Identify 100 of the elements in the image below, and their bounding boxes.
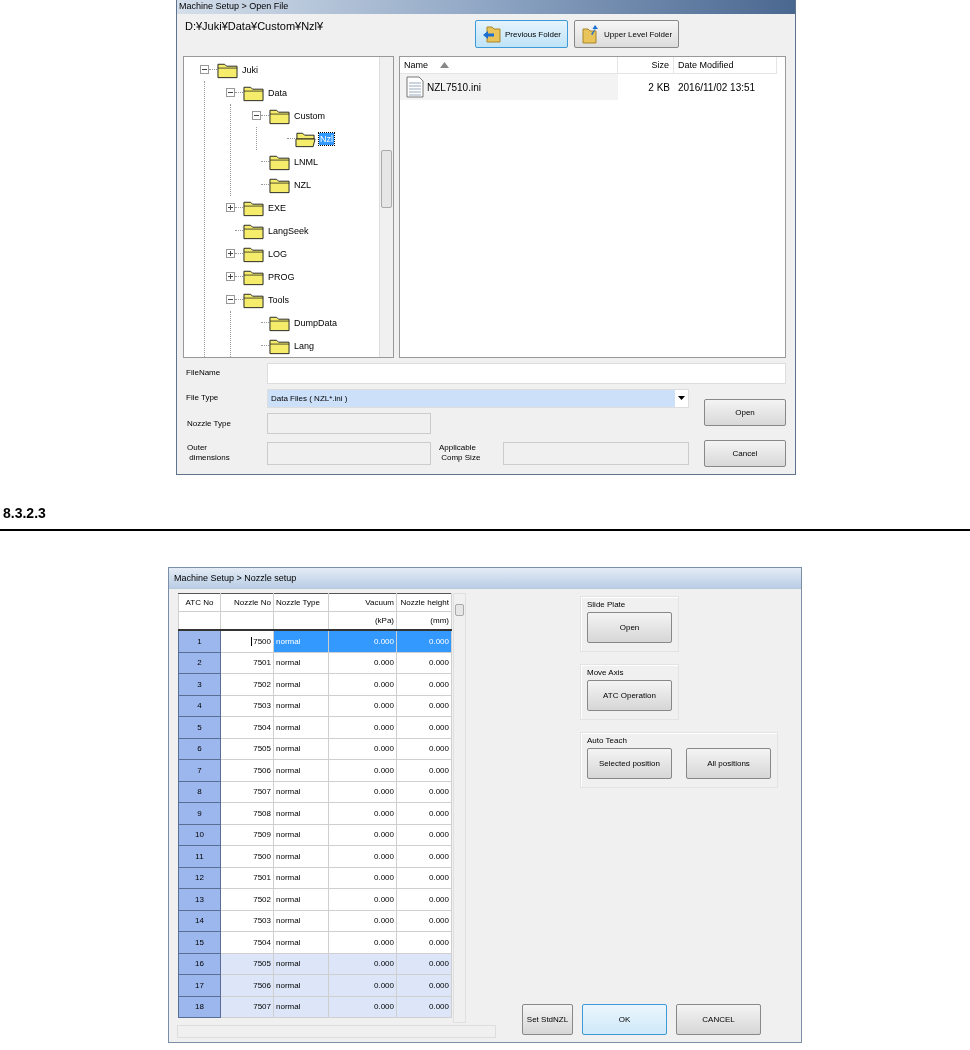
file-size: 2 KB [647,81,671,93]
row-header[interactable]: 1 [178,630,221,652]
action-button[interactable]: All positions [686,748,771,779]
table-cell: normal [273,673,329,695]
table-cell: 0.000 [396,888,452,910]
table-cell: normal [273,759,329,781]
table-cell: 0.000 [396,824,452,846]
table-cell: 0.000 [396,673,452,695]
table-cell: 0.000 [396,867,452,889]
file-name[interactable]: NZL7510.ini [427,81,481,93]
dialog-button[interactable]: CANCEL [676,1004,761,1035]
tree-item[interactable]: LNML [293,155,319,168]
action-button[interactable]: ATC Operation [587,680,672,711]
row-header[interactable]: 8 [178,781,221,803]
table-cell: normal [273,781,329,803]
table-cell: 0.000 [328,738,397,760]
expand-toggle[interactable] [226,272,235,281]
row-header[interactable]: 13 [178,888,221,910]
table-cell: 0.000 [396,759,452,781]
dropdown-arrow-icon [678,396,685,400]
table-cell: 0.000 [328,845,397,867]
tree-item[interactable]: Lang [293,339,316,352]
row-header[interactable]: 11 [178,845,221,867]
expand-toggle[interactable] [226,203,235,212]
file-name-field[interactable] [267,362,786,384]
table-cell: 7503 [220,910,274,932]
tree-item[interactable]: EXE [267,201,287,214]
tree-item[interactable]: DumpData [293,316,339,329]
table-cell: 0.000 [328,910,397,932]
dialog-button[interactable]: OK [582,1004,667,1035]
row-header[interactable]: 14 [178,910,221,932]
table-cell: normal [273,738,329,760]
row-header[interactable]: 9 [178,802,221,824]
row-header[interactable]: 15 [178,931,221,953]
tree-item[interactable]: Data [267,86,288,99]
collapse-toggle[interactable] [226,88,235,97]
row-header[interactable]: 7 [178,759,221,781]
table-cell: 0.000 [396,910,452,932]
row-header[interactable]: 4 [178,695,221,717]
row-header[interactable]: 10 [178,824,221,846]
row-header[interactable]: 3 [178,673,221,695]
table-cell: 0.000 [396,738,452,760]
file-type-dropdown[interactable]: Data Files ( NZL*.ini ) [267,388,689,408]
table-cell: 0.000 [396,652,452,674]
table-cell: normal [273,867,329,889]
table-cell: 0.000 [328,716,397,738]
table-cell: 0.000 [328,781,397,803]
open-button[interactable]: Open [704,398,786,426]
cancel-button[interactable]: Cancel [704,439,786,467]
row-header[interactable]: 16 [178,953,221,975]
expand-toggle[interactable] [226,249,235,258]
row-header[interactable]: 6 [178,738,221,760]
column-header: Vacuum [328,593,397,612]
table-cell: 7502 [220,888,274,910]
table-cell: 0.000 [328,759,397,781]
tree-item[interactable]: PROG [267,270,296,283]
table-cell: 0.000 [396,716,452,738]
tree-item[interactable]: LangSeek [267,224,310,237]
table-cell: normal [273,824,329,846]
scrollbar[interactable] [453,593,466,1023]
table-cell: 7503 [220,695,274,717]
action-button[interactable]: Open [587,612,672,643]
table-cell: 0.000 [328,652,397,674]
column-header: Nozzle No [220,593,274,612]
tree-item[interactable]: Custom [293,109,326,122]
window-title: Machine Setup > Nozzle setup [169,568,801,589]
folder-nav-button[interactable]: Upper Level Folder [574,20,680,48]
row-header[interactable]: 5 [178,716,221,738]
scrollbar[interactable] [379,57,393,357]
row-header[interactable]: 2 [178,652,221,674]
column-header[interactable]: Size [618,57,674,73]
table-cell: 0.000 [328,673,397,695]
tree-item[interactable]: Juki [241,63,259,76]
section-heading: 8.3.2.3 [3,505,46,521]
group-title: Auto Teach [587,736,628,745]
row-header[interactable]: 12 [178,867,221,889]
column-header[interactable]: Name [400,57,618,73]
folder-back-arrow-icon [482,24,502,44]
collapse-toggle[interactable] [252,111,261,120]
field-label: Outer dimensions [186,443,231,463]
row-header[interactable]: 18 [178,996,221,1018]
table-cell: 0.000 [396,931,452,953]
table-cell: 0.000 [328,802,397,824]
action-button[interactable]: Selected position [587,748,672,779]
field-label: File Type [186,393,220,403]
field-label: FileName [186,368,222,378]
folder-nav-button[interactable]: Previous Folder [475,20,569,48]
collapse-toggle[interactable] [226,295,235,304]
tree-item[interactable]: Tools [267,293,290,306]
field-label: Nozzle Type [186,418,232,429]
dialog-button[interactable]: Set StdNZL [522,1004,573,1035]
tree-item[interactable]: LOG [267,247,288,260]
table-cell: 0.000 [396,802,452,824]
window-title: Machine Setup > Open File [177,0,795,14]
row-header[interactable]: 17 [178,974,221,996]
tree-item[interactable]: NZL [293,178,312,191]
collapse-toggle[interactable] [200,65,209,74]
table-cell: normal [273,802,329,824]
column-header[interactable]: Date Modified [674,57,777,73]
table-cell: 7509 [220,824,274,846]
